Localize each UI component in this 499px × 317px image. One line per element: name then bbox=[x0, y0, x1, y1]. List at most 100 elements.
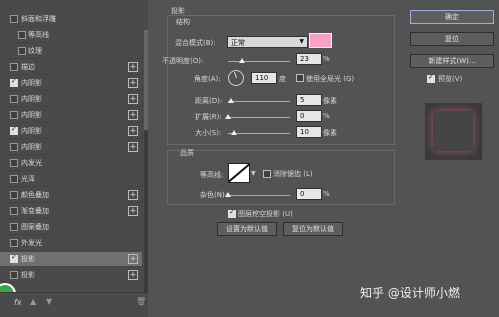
reset-default-button[interactable]: 复位为默认值 bbox=[283, 222, 343, 236]
preview-square bbox=[433, 111, 473, 151]
style-checkbox[interactable] bbox=[10, 253, 18, 263]
distance-slider-thumb[interactable] bbox=[228, 98, 235, 103]
trash-icon[interactable]: 🗑 bbox=[136, 297, 146, 306]
noise-slider-track[interactable] bbox=[228, 195, 290, 196]
style-list-item[interactable]: 描边 + bbox=[0, 60, 142, 75]
size-slider-thumb[interactable] bbox=[231, 130, 238, 135]
add-style-icon[interactable]: + bbox=[128, 126, 138, 136]
style-list-item[interactable]: 内阴影 + bbox=[0, 140, 142, 155]
ok-button[interactable]: 确定 bbox=[410, 10, 494, 24]
global-light-label: 使用全局光 (G) bbox=[306, 75, 355, 83]
preview-label: 预览(V) bbox=[438, 75, 463, 83]
style-label: 投影 bbox=[21, 271, 35, 279]
add-style-icon[interactable]: + bbox=[128, 94, 138, 104]
antialias-label: 消除锯齿 (L) bbox=[273, 170, 313, 178]
style-preview-thumbnail bbox=[425, 103, 482, 160]
opacity-slider-track[interactable] bbox=[228, 61, 290, 62]
watermark: 知乎 @设计师小燃 bbox=[360, 286, 460, 300]
style-list-item[interactable]: 内阴影 + bbox=[0, 92, 142, 107]
style-list-item[interactable]: 投影 + bbox=[0, 268, 142, 283]
add-style-icon[interactable]: + bbox=[128, 254, 138, 264]
styles-footer: fx ▲ ▼ 🗑 bbox=[0, 292, 148, 317]
style-list-item[interactable]: 外发光 bbox=[0, 236, 142, 251]
spread-unit: % bbox=[323, 112, 330, 120]
style-checkbox[interactable] bbox=[10, 159, 18, 167]
shadow-color-swatch[interactable] bbox=[309, 33, 332, 48]
add-style-icon[interactable]: + bbox=[128, 62, 138, 72]
opacity-slider-thumb[interactable] bbox=[239, 58, 246, 63]
antialias-checkbox[interactable] bbox=[263, 170, 271, 178]
fx-menu-button[interactable]: fx bbox=[14, 298, 22, 307]
add-style-icon[interactable]: + bbox=[128, 270, 138, 280]
spread-slider-thumb[interactable] bbox=[225, 114, 231, 119]
opacity-input[interactable]: 23 bbox=[296, 53, 322, 65]
distance-input[interactable]: 5 bbox=[296, 94, 322, 106]
style-list-item[interactable]: 等高线 bbox=[0, 28, 142, 43]
style-label: 颜色叠加 bbox=[21, 191, 49, 199]
noise-input[interactable]: 0 bbox=[296, 188, 322, 200]
style-label: 内发光 bbox=[21, 159, 42, 167]
spread-input[interactable]: 0 bbox=[296, 110, 322, 122]
style-list-item[interactable]: 内阴影 + bbox=[0, 108, 142, 123]
styles-list-scrollbar[interactable] bbox=[144, 30, 148, 300]
style-list-item[interactable]: 内阴影 + bbox=[0, 76, 142, 91]
chevron-down-icon[interactable]: ▼ bbox=[251, 170, 256, 177]
style-list-item[interactable]: 内阴影 + bbox=[0, 124, 142, 139]
style-label: 图案叠加 bbox=[21, 223, 49, 231]
move-up-icon[interactable]: ▲ bbox=[30, 297, 36, 306]
style-checkbox[interactable] bbox=[10, 175, 18, 183]
add-style-icon[interactable]: + bbox=[128, 142, 138, 152]
distance-slider-track[interactable] bbox=[228, 101, 290, 102]
set-default-button[interactable]: 设置为默认值 bbox=[217, 222, 277, 236]
style-list-item[interactable]: 纹理 bbox=[0, 44, 142, 59]
style-list-item[interactable]: 斜面和浮雕 bbox=[0, 12, 142, 27]
add-style-icon[interactable]: + bbox=[128, 110, 138, 120]
style-list-item[interactable]: 光泽 bbox=[0, 172, 142, 187]
style-checkbox[interactable] bbox=[10, 223, 18, 231]
style-checkbox[interactable] bbox=[10, 239, 18, 247]
angle-dial[interactable] bbox=[228, 70, 244, 86]
style-checkbox[interactable] bbox=[10, 207, 18, 215]
style-label: 内阴影 bbox=[21, 111, 42, 119]
size-value: 10 bbox=[300, 128, 309, 136]
scrollbar-thumb[interactable] bbox=[144, 30, 148, 130]
style-label: 内阴影 bbox=[21, 143, 42, 151]
knockout-checkbox[interactable] bbox=[228, 208, 236, 218]
spread-slider-track[interactable] bbox=[228, 117, 290, 118]
style-checkbox[interactable] bbox=[10, 77, 18, 87]
angle-label: 角度(A): bbox=[194, 75, 221, 83]
style-checkbox[interactable] bbox=[10, 271, 18, 279]
style-list-item[interactable]: 投影 + bbox=[0, 252, 142, 267]
style-list-item[interactable]: 颜色叠加 + bbox=[0, 188, 142, 203]
style-label: 光泽 bbox=[21, 175, 35, 183]
style-checkbox[interactable] bbox=[18, 31, 26, 39]
blend-mode-select[interactable]: 正常 ▼ bbox=[227, 36, 308, 48]
add-style-icon[interactable]: + bbox=[128, 78, 138, 88]
add-style-icon[interactable]: + bbox=[128, 190, 138, 200]
preview-checkbox[interactable] bbox=[427, 73, 435, 83]
style-checkbox[interactable] bbox=[10, 63, 18, 71]
noise-slider-thumb[interactable] bbox=[225, 192, 231, 197]
style-list-item[interactable]: 渐变叠加 + bbox=[0, 204, 142, 219]
style-checkbox[interactable] bbox=[10, 191, 18, 199]
style-list-item[interactable]: 内发光 bbox=[0, 156, 142, 171]
size-label: 大小(S): bbox=[195, 129, 222, 137]
move-down-icon[interactable]: ▼ bbox=[46, 297, 52, 306]
contour-preview[interactable] bbox=[228, 163, 250, 183]
style-checkbox[interactable] bbox=[10, 125, 18, 135]
style-checkbox[interactable] bbox=[10, 15, 18, 23]
style-checkbox[interactable] bbox=[10, 143, 18, 151]
angle-input[interactable]: 110 bbox=[251, 72, 277, 84]
style-checkbox[interactable] bbox=[10, 111, 18, 119]
reset-button[interactable]: 复位 bbox=[410, 32, 494, 46]
size-slider-track[interactable] bbox=[228, 133, 290, 134]
noise-unit: % bbox=[323, 190, 330, 198]
size-input[interactable]: 10 bbox=[296, 126, 322, 138]
spread-value: 0 bbox=[300, 112, 305, 120]
style-checkbox[interactable] bbox=[18, 47, 26, 55]
style-list-item[interactable]: 图案叠加 bbox=[0, 220, 142, 235]
new-style-button[interactable]: 新建样式(W)... bbox=[410, 54, 494, 68]
add-style-icon[interactable]: + bbox=[128, 206, 138, 216]
style-checkbox[interactable] bbox=[10, 95, 18, 103]
global-light-checkbox[interactable] bbox=[296, 74, 304, 82]
